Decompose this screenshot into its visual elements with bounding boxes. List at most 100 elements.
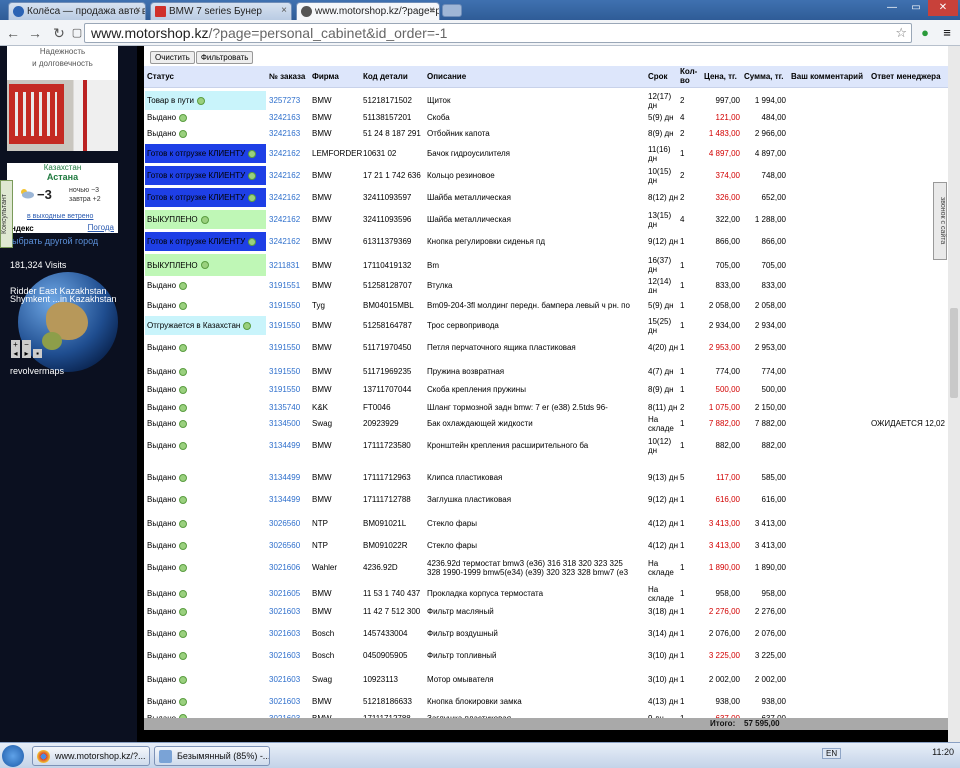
close-tab-icon[interactable]: × <box>429 5 435 16</box>
order-link[interactable]: 3211831 <box>269 261 300 270</box>
status-info-icon[interactable] <box>200 215 209 224</box>
order-link[interactable]: 3191550 <box>269 301 300 310</box>
task-chrome[interactable]: www.motorshop.kz/?... <box>32 746 150 766</box>
order-link[interactable]: 3191550 <box>269 321 300 330</box>
status-info-icon[interactable] <box>179 589 188 598</box>
status-info-icon[interactable] <box>179 697 188 706</box>
menu-icon[interactable]: ≡ <box>938 24 956 42</box>
order-link[interactable]: 3026560 <box>269 519 300 528</box>
filter-button[interactable]: Фильтровать <box>195 51 254 64</box>
status-info-icon[interactable] <box>243 321 252 330</box>
bookmark-star-icon[interactable]: ☆ <box>895 24 907 42</box>
choose-city-link[interactable]: ыбрать другой город <box>12 236 98 246</box>
order-link[interactable]: 3242162 <box>269 237 300 246</box>
tab-bmw[interactable]: BMW 7 series Бунер × <box>150 2 292 20</box>
status-label-cell: Выдано <box>145 278 266 293</box>
status-info-icon[interactable] <box>179 519 188 528</box>
order-link[interactable]: 3026560 <box>269 541 300 550</box>
status-info-icon[interactable] <box>248 149 257 158</box>
language-indicator[interactable]: EN <box>822 748 842 759</box>
status-label: Выдано <box>147 675 177 684</box>
weather-weekend-link[interactable]: в выходные ветрено <box>27 213 93 220</box>
status-info-icon[interactable] <box>248 193 257 202</box>
order-link[interactable]: 3134499 <box>269 441 300 450</box>
order-link[interactable]: 3021605 <box>269 589 300 598</box>
close-window-icon[interactable]: ✕ <box>928 0 958 16</box>
order-link[interactable]: 3021606 <box>269 563 300 572</box>
order-link[interactable]: 3021603 <box>269 651 300 660</box>
sum-text-cell: 7 882,00 <box>742 414 786 433</box>
status-info-icon[interactable] <box>179 495 188 504</box>
order-link[interactable]: 3021603 <box>269 629 300 638</box>
status-info-icon[interactable] <box>179 113 188 122</box>
price-text: 938,00 <box>715 697 740 706</box>
status-info-icon[interactable] <box>248 237 257 246</box>
new-tab-button[interactable] <box>442 4 462 17</box>
maximize-icon[interactable]: ▭ <box>904 0 928 16</box>
reload-icon[interactable]: ↻ <box>50 24 68 42</box>
start-button[interactable] <box>2 745 24 767</box>
status-info-icon[interactable] <box>179 629 188 638</box>
order-link[interactable]: 3134499 <box>269 495 300 504</box>
order-link[interactable]: 3191551 <box>269 281 300 290</box>
order-link[interactable]: 3021603 <box>269 675 300 684</box>
order-link[interactable]: 3134499 <box>269 473 300 482</box>
status-info-icon[interactable] <box>196 96 205 105</box>
close-tab-icon[interactable]: × <box>135 5 141 16</box>
status-info-icon[interactable] <box>179 367 188 376</box>
status-info-icon[interactable] <box>179 403 188 412</box>
callback-tab[interactable]: звонок с сайта <box>933 182 947 260</box>
order-link[interactable]: 3242162 <box>269 193 300 202</box>
globe-controls[interactable]: + − ◂ ▸ ▪ <box>11 340 44 358</box>
status-info-icon[interactable] <box>179 343 188 352</box>
page-scrollbar[interactable] <box>948 46 960 742</box>
sum-text: 1 994,00 <box>754 96 786 105</box>
extension-icon[interactable]: ● <box>916 24 934 42</box>
order-link[interactable]: 3257273 <box>269 96 300 105</box>
order-link[interactable]: 3021603 <box>269 697 300 706</box>
status-info-icon[interactable] <box>179 441 188 450</box>
task-editor[interactable]: Безымянный (85%) -... <box>154 746 270 766</box>
tab-motorshop[interactable]: www.motorshop.kz/?page=p × <box>296 2 440 20</box>
minimize-icon[interactable]: — <box>880 0 904 16</box>
order-link[interactable]: 3242162 <box>269 171 300 180</box>
status-info-icon[interactable] <box>179 651 188 660</box>
status-info-icon[interactable] <box>179 563 188 572</box>
term-text-cell: На складе <box>648 584 680 603</box>
back-icon[interactable]: ← <box>4 24 22 42</box>
clear-button[interactable]: Очистить <box>150 51 195 64</box>
order-link[interactable]: 3242163 <box>269 113 300 122</box>
status-info-icon[interactable] <box>179 541 188 550</box>
revolvermaps-link[interactable]: revolvermaps <box>10 366 64 376</box>
part-code-cell: 1457433004 <box>363 624 425 643</box>
status-info-icon[interactable] <box>179 385 188 394</box>
order-link[interactable]: 3242162 <box>269 215 300 224</box>
forward-icon[interactable]: → <box>26 24 44 42</box>
order-link[interactable]: 3191550 <box>269 367 300 376</box>
order-link[interactable]: 3021603 <box>269 607 300 616</box>
status-info-icon[interactable] <box>179 419 188 428</box>
address-bar[interactable]: www.motorshop.kz/?page=personal_cabinet&… <box>84 23 912 43</box>
status-info-icon[interactable] <box>179 129 188 138</box>
weather-link[interactable]: Погода <box>88 223 114 232</box>
order-link[interactable]: 3134500 <box>269 419 300 428</box>
status-info-icon[interactable] <box>179 675 188 684</box>
status-info-icon[interactable] <box>200 261 209 269</box>
status-info-icon[interactable] <box>179 473 188 482</box>
order-link[interactable]: 3191550 <box>269 343 300 352</box>
close-tab-icon[interactable]: × <box>281 5 287 16</box>
status-info-icon[interactable] <box>248 171 257 180</box>
price-text-cell: 2 953,00 <box>700 338 740 357</box>
status-info-icon[interactable] <box>179 301 188 310</box>
order-link[interactable]: 3135740 <box>269 403 300 412</box>
tab-kolesa[interactable]: Колёса — продажа авто в × <box>8 2 146 20</box>
status-info-icon[interactable] <box>179 607 188 616</box>
scrollbar-thumb[interactable] <box>950 308 958 398</box>
order-link[interactable]: 3191550 <box>269 385 300 394</box>
term-text-cell: 4(13) дн <box>648 694 680 709</box>
status-info-icon[interactable] <box>179 281 188 290</box>
order-link[interactable]: 3242162 <box>269 149 300 158</box>
order-link[interactable]: 3242163 <box>269 129 300 138</box>
advert-banner[interactable]: Надежность и долговечность <box>7 46 118 151</box>
sum-text: 958,00 <box>761 589 786 598</box>
